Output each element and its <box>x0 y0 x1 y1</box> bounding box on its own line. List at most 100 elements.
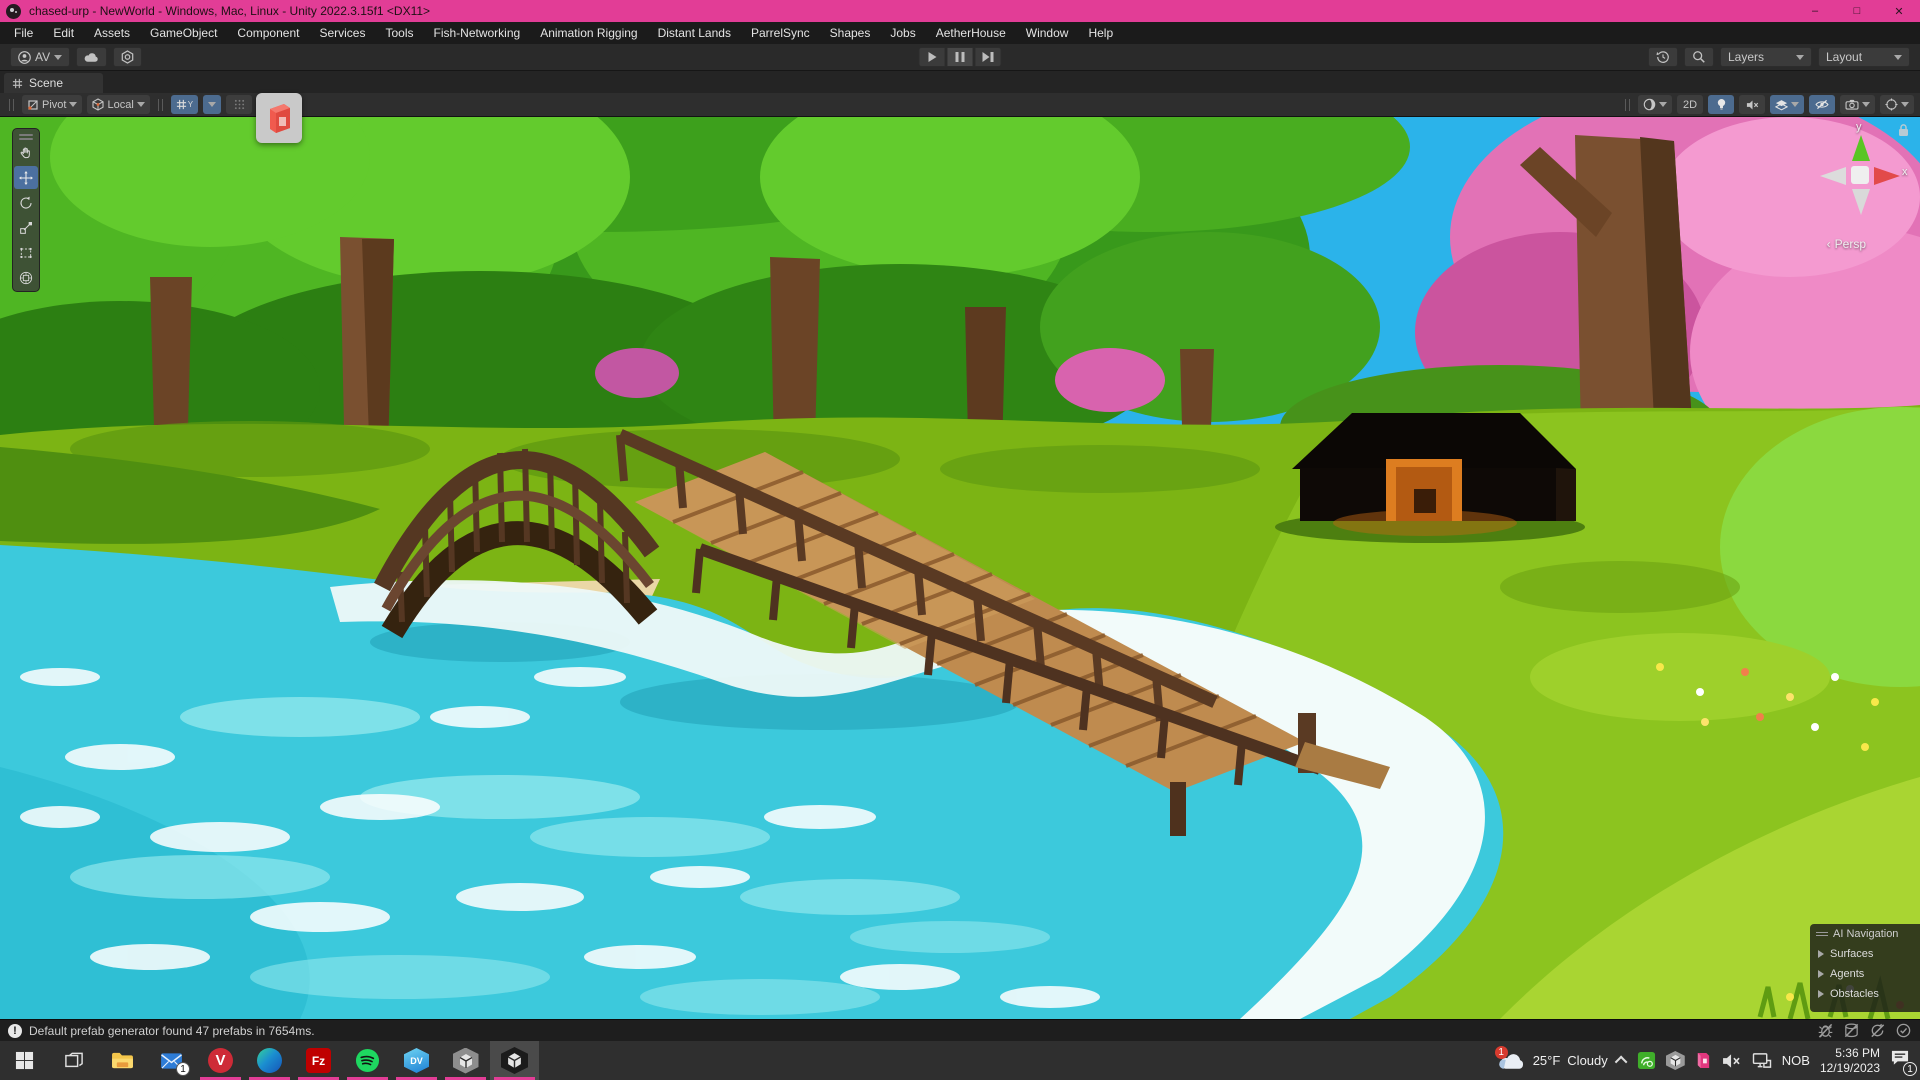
camera-settings-dropdown[interactable] <box>1840 95 1875 114</box>
move-tool[interactable] <box>14 166 38 189</box>
projection-toggle[interactable]: ‹ Persp <box>1827 237 1866 251</box>
file-explorer-button[interactable] <box>98 1041 147 1080</box>
menu-aetherhouse[interactable]: AetherHouse <box>926 22 1016 44</box>
layout-dropdown[interactable]: Layout <box>1818 47 1910 67</box>
clock[interactable]: 5:36 PM 12/19/2023 <box>1820 1046 1880 1076</box>
menu-parrelsync[interactable]: ParrelSync <box>741 22 820 44</box>
tab-scene[interactable]: Scene <box>4 73 103 93</box>
undo-history-button[interactable] <box>1648 47 1678 67</box>
menu-services[interactable]: Services <box>309 22 375 44</box>
running-indicator <box>494 1077 535 1080</box>
tray-unity-hub-icon[interactable] <box>1666 1051 1685 1070</box>
gizmo-y-axis[interactable] <box>1852 135 1870 161</box>
layers-dropdown[interactable]: Layers <box>1720 47 1812 67</box>
notification-center-button[interactable]: 1 <box>1890 1049 1910 1072</box>
toolbar-drag-handle[interactable] <box>9 99 14 111</box>
chevron-down-icon <box>1894 55 1902 60</box>
tray-green-app-icon[interactable] <box>1637 1051 1656 1070</box>
gizmos-dropdown[interactable] <box>1880 95 1914 114</box>
spotify-button[interactable] <box>343 1041 392 1080</box>
foldout-surfaces[interactable]: Surfaces <box>1816 944 1914 964</box>
snap-increment-button[interactable] <box>226 95 252 114</box>
pivot-icon <box>27 99 39 111</box>
gizmo-neg-x-axis[interactable] <box>1820 167 1846 185</box>
menu-component[interactable]: Component <box>227 22 309 44</box>
mail-button[interactable]: 1 <box>147 1041 196 1080</box>
overlay-drag-handle[interactable] <box>19 134 33 136</box>
minimize-button[interactable]: – <box>1794 0 1836 22</box>
menu-help[interactable]: Help <box>1078 22 1123 44</box>
cloud-button[interactable] <box>76 47 107 67</box>
edge-button[interactable] <box>245 1041 294 1080</box>
unity-editor-button[interactable] <box>490 1041 539 1080</box>
menu-window[interactable]: Window <box>1016 22 1079 44</box>
foldout-obstacles[interactable]: Obstacles <box>1816 984 1914 1004</box>
2d-toggle[interactable]: 2D <box>1677 95 1703 114</box>
pause-button[interactable] <box>947 47 974 67</box>
grid-visibility-toggle[interactable]: Y <box>171 95 198 114</box>
task-view-button[interactable] <box>49 1041 98 1080</box>
volume-muted-icon[interactable] <box>1722 1053 1742 1069</box>
rect-tool[interactable] <box>14 241 38 264</box>
gizmo-x-axis[interactable] <box>1874 167 1900 185</box>
close-button[interactable]: ✕ <box>1878 0 1920 22</box>
scale-tool[interactable] <box>14 216 38 239</box>
pivot-mode-dropdown[interactable]: Pivot <box>22 95 82 114</box>
menu-gameobject[interactable]: GameObject <box>140 22 227 44</box>
network-icon[interactable] <box>1752 1052 1772 1069</box>
transform-tool[interactable] <box>14 266 38 289</box>
weather-temp: 25°F <box>1533 1053 1561 1068</box>
toolbar-drag-handle[interactable] <box>158 99 163 111</box>
menu-animation-rigging[interactable]: Animation Rigging <box>530 22 647 44</box>
language-indicator[interactable]: NOB <box>1782 1053 1810 1068</box>
spotify-icon <box>355 1048 380 1073</box>
running-indicator <box>445 1077 486 1080</box>
orientation-gizmo: y x ‹ Persp <box>1814 129 1906 221</box>
foldout-agents[interactable]: Agents <box>1816 964 1914 984</box>
audio-toggle[interactable] <box>1739 95 1765 114</box>
effects-toggle[interactable] <box>1770 95 1804 114</box>
tray-pink-app-icon[interactable] <box>1695 1051 1712 1070</box>
scene-visibility-toggle[interactable] <box>1809 95 1835 114</box>
dv-app-button[interactable]: DV <box>392 1041 441 1080</box>
unity-hub-button[interactable] <box>441 1041 490 1080</box>
lock-icon[interactable] <box>1897 123 1910 137</box>
lighting-toggle[interactable] <box>1708 95 1734 114</box>
vivaldi-button[interactable]: V <box>196 1041 245 1080</box>
weather-widget[interactable]: 1 25°F Cloudy <box>1497 1051 1608 1070</box>
gizmo-center-cube[interactable] <box>1851 166 1869 184</box>
rotate-tool[interactable] <box>14 191 38 214</box>
panel-drag-handle[interactable] <box>1816 932 1828 934</box>
start-button[interactable] <box>0 1041 49 1080</box>
maximize-button[interactable]: □ <box>1836 0 1878 22</box>
menu-fish-networking[interactable]: Fish-Networking <box>423 22 530 44</box>
background-tasks-icon[interactable] <box>1895 1022 1912 1039</box>
ai-navigation-panel: AI Navigation Surfaces Agents Obstacles <box>1810 924 1920 1012</box>
draw-mode-dropdown[interactable] <box>1638 95 1672 114</box>
menu-jobs[interactable]: Jobs <box>880 22 925 44</box>
gizmo-neg-y-axis[interactable] <box>1852 189 1870 215</box>
step-button[interactable] <box>975 47 1002 67</box>
dragged-prefab-icon[interactable] <box>256 93 302 143</box>
hidden-icons-chevron[interactable] <box>1614 1056 1627 1069</box>
debugger-disabled-icon[interactable] <box>1817 1022 1834 1039</box>
filezilla-button[interactable]: Fz <box>294 1041 343 1080</box>
menu-assets[interactable]: Assets <box>84 22 140 44</box>
view-hand-tool[interactable] <box>14 141 38 164</box>
handle-rotation-dropdown[interactable]: Local <box>87 95 149 114</box>
services-button[interactable] <box>113 47 142 67</box>
cache-server-disabled-icon[interactable] <box>1843 1022 1860 1039</box>
menu-file[interactable]: File <box>4 22 43 44</box>
menu-shapes[interactable]: Shapes <box>820 22 881 44</box>
toolbar-drag-handle[interactable] <box>1625 99 1630 111</box>
status-message[interactable]: Default prefab generator found 47 prefab… <box>29 1024 315 1038</box>
menu-edit[interactable]: Edit <box>43 22 84 44</box>
search-button[interactable] <box>1684 47 1714 67</box>
grid-options-dropdown[interactable] <box>203 95 221 114</box>
auto-refresh-disabled-icon[interactable] <box>1869 1022 1886 1039</box>
scene-viewport[interactable]: y x ‹ Persp AI Navigation Surfaces Agent… <box>0 117 1920 1019</box>
menu-distant-lands[interactable]: Distant Lands <box>648 22 741 44</box>
play-button[interactable] <box>919 47 946 67</box>
account-dropdown[interactable]: AV <box>10 47 70 67</box>
menu-tools[interactable]: Tools <box>375 22 423 44</box>
